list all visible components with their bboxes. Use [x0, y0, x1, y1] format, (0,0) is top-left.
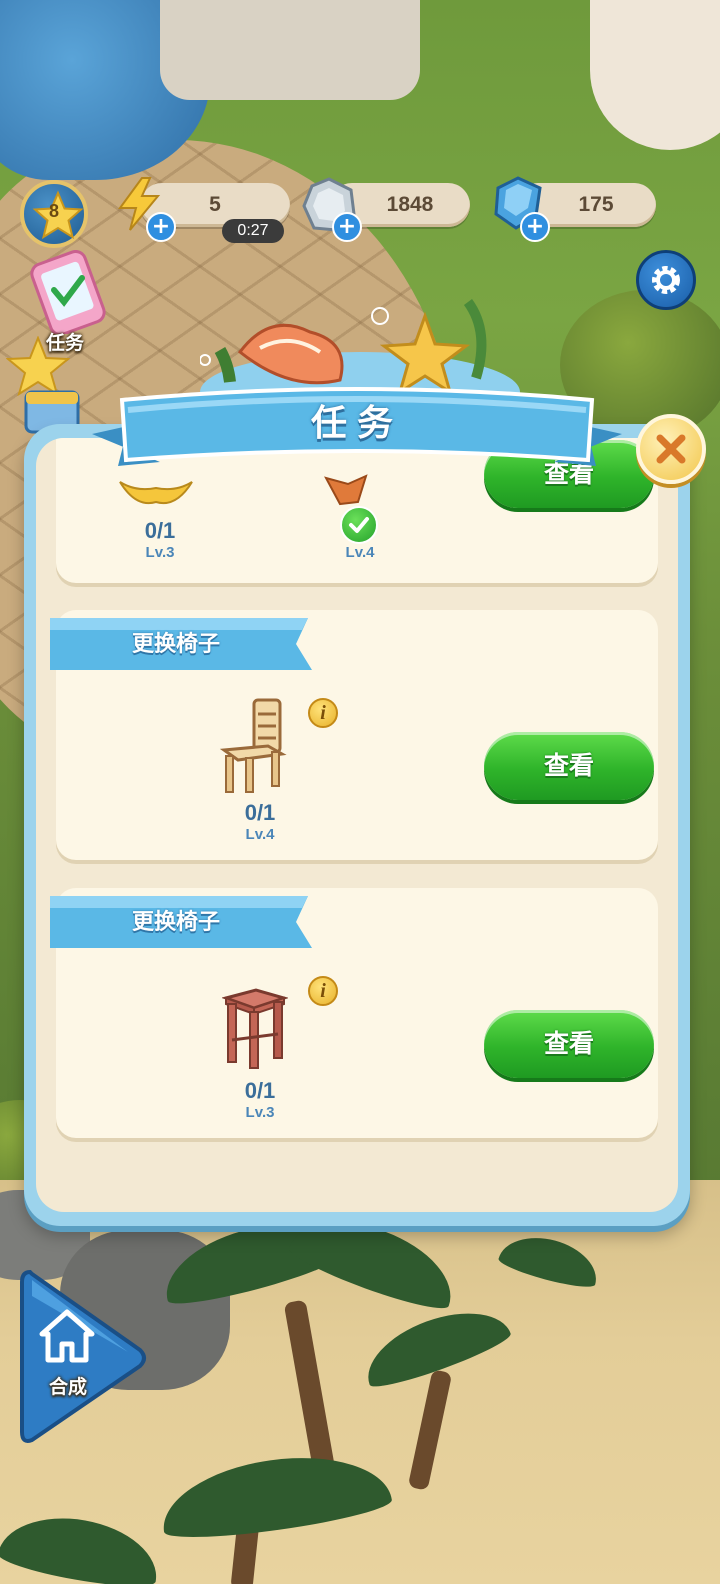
gear-icon [652, 266, 680, 294]
view-button[interactable]: 查看 [484, 1010, 654, 1078]
task-item-level: Lv.4 [345, 544, 375, 561]
completed-check-icon [340, 506, 378, 544]
red-stool-icon [222, 988, 288, 1069]
info-icon[interactable]: i [308, 698, 338, 728]
settings-button[interactable] [636, 250, 696, 310]
view-button-label: 查看 [543, 751, 594, 780]
player-level-badge[interactable]: 8 [20, 180, 88, 248]
coin-value: 1848 [386, 193, 434, 216]
task-title: 更换椅子 [131, 632, 220, 657]
wooden-chair-icon [219, 698, 287, 793]
task-progress: 0/1 [244, 1078, 276, 1103]
task-panel: 0/1 Lv.3 Lv.4 查看 更换椅子 i 0/1 Lv.4 查看 更换椅子… [24, 424, 690, 1226]
home-icon [39, 1309, 95, 1363]
stone-house [160, 0, 420, 100]
player-level-number: 8 [48, 201, 59, 221]
task-item-level: Lv.3 [145, 544, 175, 561]
task-progress: 0/1 [144, 518, 176, 543]
task-card: 更换椅子 i 0/1 Lv.3 查看 [50, 888, 658, 1138]
merge-home-label: 合成 [48, 1376, 87, 1398]
view-button[interactable]: 查看 [484, 732, 654, 800]
task-phone-icon [30, 250, 106, 334]
close-icon [656, 434, 686, 464]
task-title: 更换椅子 [131, 910, 220, 935]
close-button[interactable] [636, 414, 706, 484]
task-list[interactable]: 0/1 Lv.3 Lv.4 查看 更换椅子 i 0/1 Lv.4 查看 更换椅子… [36, 438, 678, 1212]
panel-title: 任务 [310, 403, 403, 444]
task-progress: 0/1 [244, 800, 276, 825]
task-item-level: Lv.4 [245, 826, 275, 843]
task-item-level: Lv.3 [245, 1104, 275, 1121]
coin-add-button[interactable]: + [332, 212, 362, 242]
gem-value: 175 [578, 193, 614, 216]
energy-refill-timer: 0:27 [222, 219, 284, 243]
energy-value: 5 [209, 193, 221, 216]
task-card: 更换椅子 i 0/1 Lv.4 查看 [50, 610, 658, 860]
panel-header: 任务 [92, 378, 622, 482]
merge-home-button[interactable]: 合成 [18, 1266, 148, 1448]
view-button-label: 查看 [543, 1029, 594, 1058]
info-icon[interactable]: i [308, 976, 338, 1006]
